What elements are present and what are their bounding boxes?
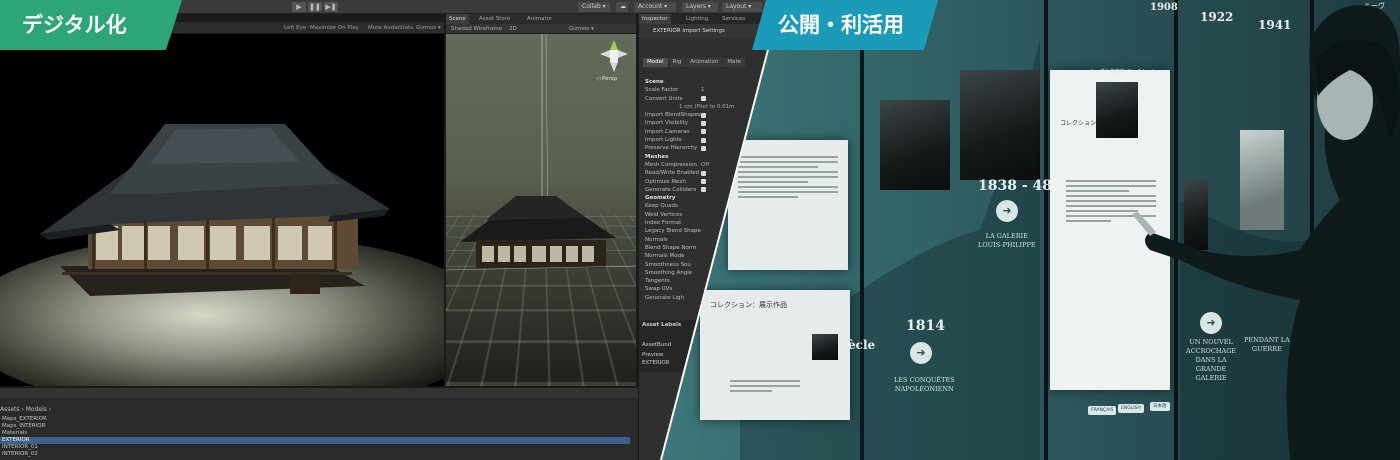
project-list-item[interactable]: Maps_INTERIOR — [0, 423, 630, 430]
settings-row-label: Keep Quads — [645, 203, 678, 210]
digitization-label-text: デジタル化 — [22, 13, 127, 37]
settings-row-label: Smoothing Angle — [645, 269, 693, 276]
step-button[interactable]: ▶❚ — [324, 2, 338, 12]
checkbox-checked-icon[interactable] — [701, 179, 706, 185]
stats-toggle[interactable]: Stats — [399, 23, 413, 33]
utilization-label: 公開・利活用 — [752, 0, 938, 50]
project-list-item[interactable]: Maps_EXTERIOR — [0, 416, 630, 423]
digitization-label: デジタル化 — [0, 0, 182, 50]
settings-row-label: Generate Colliders — [645, 186, 697, 193]
settings-row-label: Scene — [645, 79, 664, 85]
project-list-item[interactable]: Materials — [0, 430, 630, 437]
checkbox-checked-icon[interactable] — [701, 170, 706, 176]
maximize-on-play-toggle[interactable]: Maximize On Play — [310, 23, 359, 33]
project-list-item[interactable]: INTERIOR_02 — [0, 451, 630, 458]
checkbox-checked-icon[interactable] — [701, 129, 706, 135]
settings-row-label: Swap UVs — [645, 286, 673, 293]
settings-row-label: Normals Mode — [645, 253, 685, 260]
gizmos-dropdown[interactable]: Gizmos ▾ — [416, 23, 441, 33]
settings-row-label: Mesh Compression — [645, 161, 697, 168]
settings-row-label: Read/Write Enabled — [645, 170, 700, 177]
checkbox-checked-icon[interactable] — [701, 120, 706, 126]
settings-row-label: Geometry — [645, 195, 676, 202]
cloud-icon[interactable]: ☁ — [616, 2, 628, 12]
tab-scene[interactable]: Scene — [446, 14, 469, 24]
settings-row-label: Generate Ligh — [645, 294, 685, 301]
hero-banner: ▶ ❚❚ ▶❚ Collab ▾ ☁ Account ▾ Layers ▾ La… — [0, 0, 1400, 460]
display-select[interactable]: Left Eye — [284, 23, 306, 33]
mute-audio-toggle[interactable]: Mute Audio — [368, 23, 399, 33]
settings-row-label: Tangents — [645, 278, 670, 285]
settings-row-label: Index Format — [645, 220, 682, 227]
utilization-label-text: 公開・利活用 — [778, 13, 904, 37]
collab-button[interactable]: Collab ▾ — [578, 2, 610, 12]
tab-inspector[interactable]: Inspector — [639, 14, 671, 24]
account-dropdown[interactable]: Account ▾ — [634, 2, 676, 12]
asset-bundle-label: AssetBund — [642, 342, 672, 348]
settings-row-label: Import Cameras — [645, 128, 690, 135]
tab-animator[interactable]: Animator — [524, 14, 555, 24]
scene-view[interactable]: ◁ Persp — [446, 34, 636, 386]
shading-mode-dropdown[interactable]: Shaded Wireframe — [448, 24, 505, 34]
2d-toggle[interactable]: 2D — [506, 24, 520, 34]
game-view[interactable] — [0, 34, 444, 386]
checkbox-checked-icon[interactable] — [701, 96, 706, 102]
tab-materials[interactable]: Mate — [723, 58, 746, 67]
settings-row-label: Blend Shape Norm — [645, 244, 697, 251]
play-button[interactable]: ▶ — [292, 2, 306, 12]
settings-row-value[interactable]: Off — [701, 161, 709, 169]
scene-tab-bar: Scene Asset Store Animator — [446, 14, 636, 24]
project-list-item[interactable]: INTERIOR_01 — [0, 444, 630, 451]
layout-dropdown[interactable]: Layout ▾ — [722, 2, 762, 12]
settings-row-label: Import Visibility — [645, 120, 689, 127]
tab-lighting[interactable]: Lighting — [683, 14, 711, 24]
project-toolbar — [0, 388, 640, 398]
temple-model-render — [40, 124, 390, 296]
checkbox-checked-icon[interactable] — [701, 145, 706, 151]
settings-row-label: Convert Units — [645, 95, 683, 102]
settings-row-label: Smoothness Sou — [645, 261, 691, 268]
import-subtabs: Model Rig Animation Mate — [643, 48, 746, 67]
checkbox-checked-icon[interactable] — [701, 137, 706, 143]
layers-dropdown[interactable]: Layers ▾ — [682, 2, 718, 12]
settings-row-value[interactable]: 1 cm (File) to 0.01m — [679, 103, 735, 111]
tab-rig[interactable]: Rig — [668, 58, 686, 67]
settings-row-label: Import Lights — [645, 137, 682, 144]
tab-model[interactable]: Model — [643, 58, 668, 67]
project-panel: Assets › Models › Maps_EXTERIOR Maps_INTE… — [0, 386, 640, 460]
settings-row-label: Normals — [645, 236, 668, 243]
orientation-gizmo-icon[interactable] — [598, 38, 630, 74]
scene-gizmos-dropdown[interactable]: Gizmos ▾ — [566, 24, 597, 34]
tab-services[interactable]: Services — [719, 14, 748, 24]
settings-row-label: Legacy Blend Shape — [645, 228, 701, 235]
temple-wireframe-render — [446, 34, 636, 271]
checkbox-checked-icon[interactable] — [701, 112, 706, 118]
settings-row-label: Preserve Hierarchy — [645, 145, 698, 152]
asset-labels-heading: Asset Labels — [642, 322, 682, 328]
tab-asset-store[interactable]: Asset Store — [476, 14, 513, 24]
settings-row-value[interactable]: 1 — [701, 86, 705, 94]
preview-asset-name: EXTERIOR — [642, 360, 670, 366]
project-file-list: Maps_EXTERIOR Maps_INTERIOR Materials EXTER… — [0, 416, 630, 458]
settings-row-label: Scale Factor — [645, 87, 679, 94]
perspective-label[interactable]: ◁ Persp — [596, 76, 617, 82]
tab-animation[interactable]: Animation — [686, 58, 723, 67]
settings-row-label: Weld Vertices — [645, 211, 683, 218]
settings-row-label: Meshes — [645, 153, 669, 160]
settings-row-label: Optimize Mesh — [645, 178, 686, 185]
pause-button[interactable]: ❚❚ — [308, 2, 322, 12]
project-breadcrumb[interactable]: Assets › Models › — [0, 406, 51, 413]
preview-label[interactable]: Preview — [642, 352, 663, 358]
checkbox-checked-icon[interactable] — [701, 187, 706, 193]
project-list-item[interactable]: EXTERIOR — [0, 437, 630, 444]
scene-toolbar: Shaded Wireframe 2D Gizmos ▾ — [446, 24, 636, 34]
settings-row-label: Import BlendShapes — [645, 112, 701, 119]
